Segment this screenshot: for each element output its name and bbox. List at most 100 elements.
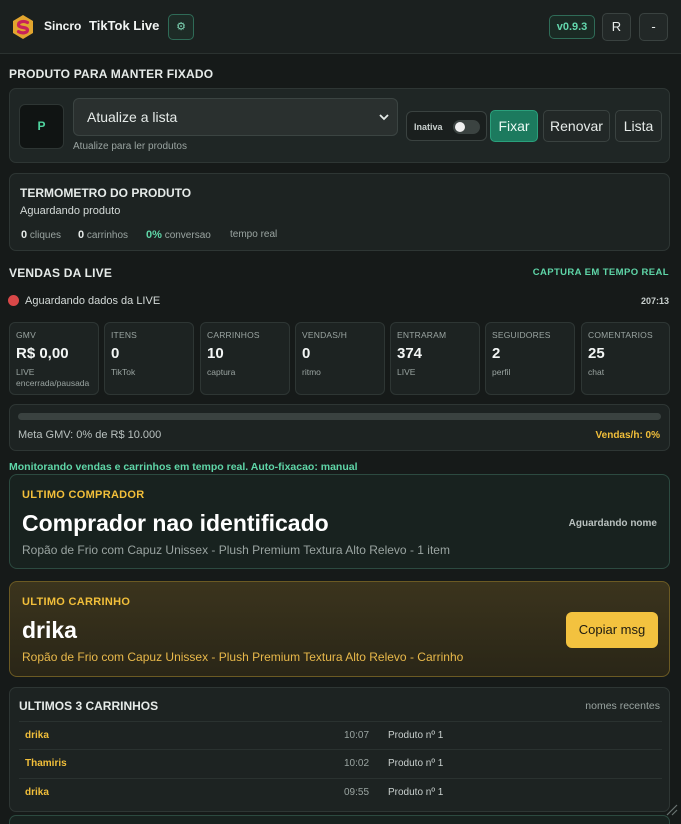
product-select[interactable]: Atualize a lista xyxy=(73,98,398,136)
metric-joined: ENTRARAM 374 LIVE xyxy=(390,322,480,395)
metric-sub: LIVE xyxy=(397,367,416,377)
capture-label: CAPTURA EM TEMPO REAL xyxy=(532,267,669,278)
metric-followers: SEGUIDORES 2 perfil xyxy=(485,322,575,395)
live-section-title: VENDAS DA LIVE xyxy=(9,266,113,280)
settings-button[interactable]: ⚙ xyxy=(168,14,194,40)
live-timer: 207:13 xyxy=(640,296,669,306)
metric-value: R$ 0,00 xyxy=(16,345,69,362)
pin-button[interactable]: Fixar xyxy=(490,110,538,142)
metric-value: 374 xyxy=(397,345,423,362)
resize-grip-icon[interactable] xyxy=(664,802,678,816)
renew-button[interactable]: Renovar xyxy=(543,110,610,142)
last-buyer-status: Aguardando nome xyxy=(568,518,657,529)
pin-card: P Atualize a lista Atualize para ler pro… xyxy=(9,88,670,163)
metric-carts: CARRINHOS 10 captura xyxy=(200,322,290,395)
recent-cart-product: Produto nº 1 xyxy=(388,758,444,769)
chevron-down-icon xyxy=(379,114,389,121)
pin-section-title: PRODUTO PARA MANTER FIXADO xyxy=(9,67,214,81)
recent-carts-card: ULTIMOS 3 CARRINHOS nomes recentes drika… xyxy=(9,687,670,812)
list-button[interactable]: Lista xyxy=(615,110,662,142)
last-cart-card: ULTIMO CARRINHO drika Copiar msg Ropão d… xyxy=(9,581,670,677)
gmv-goal-text: Meta GMV: 0% de R$ 10.000 xyxy=(18,429,162,441)
toggle-knob xyxy=(455,122,465,132)
realtime-label: tempo real xyxy=(230,229,278,240)
conversion-stat: 0% conversao xyxy=(146,229,211,241)
last-cart-name: drika xyxy=(22,617,77,643)
metric-label: ENTRARAM xyxy=(397,330,447,340)
last-buyer-desc: Ropão de Frio com Capuz Unissex - Plush … xyxy=(22,543,450,557)
metric-label: GMV xyxy=(16,330,36,340)
metric-sub: LIVE encerrada/pausada xyxy=(16,367,90,388)
sales-rate-text: Vendas/h: 0% xyxy=(595,430,660,441)
metric-label: VENDAS/H xyxy=(302,330,348,340)
last-cart-desc: Ropão de Frio com Capuz Unissex - Plush … xyxy=(22,650,464,664)
recent-cart-time: 10:02 xyxy=(344,758,370,769)
carts-value: 0 xyxy=(78,229,85,241)
last-buyer-kicker: ULTIMO COMPRADOR xyxy=(22,489,145,501)
copy-message-button[interactable]: Copiar msg xyxy=(566,612,658,648)
auto-pin-toggle[interactable]: Inativa xyxy=(406,111,487,141)
gmv-progress-bar xyxy=(18,413,661,420)
brand-name: Sincro xyxy=(44,19,82,33)
metric-items: ITENS 0 TikTok xyxy=(104,322,194,395)
last-buyer-card: ULTIMO COMPRADOR Comprador nao identific… xyxy=(9,474,670,569)
carts-stat: 0 carrinhos xyxy=(78,229,128,241)
reload-button[interactable]: R xyxy=(602,13,631,41)
recent-carts-title: ULTIMOS 3 CARRINHOS xyxy=(19,699,159,713)
version-badge: v0.9.3 xyxy=(549,15,595,39)
metric-sub: TikTok xyxy=(111,367,136,377)
metric-value: 0 xyxy=(111,345,120,362)
metric-gmv: GMV R$ 0,00 LIVE encerrada/pausada xyxy=(9,322,99,395)
clicks-stat: 0 cliques xyxy=(21,229,61,241)
recent-cart-name: drika xyxy=(25,730,49,741)
metric-sales-per-hour: VENDAS/H 0 ritmo xyxy=(295,322,385,395)
thermometer-title: TERMOMETRO DO PRODUTO xyxy=(20,186,192,200)
recent-cart-time: 09:55 xyxy=(344,787,370,798)
metric-label: CARRINHOS xyxy=(207,330,260,340)
thermometer-status: Aguardando produto xyxy=(20,205,121,217)
metric-value: 25 xyxy=(588,345,605,362)
carts-label: carrinhos xyxy=(86,230,129,241)
metric-label: ITENS xyxy=(111,330,138,340)
conversion-value: 0% xyxy=(146,229,162,241)
toggle-label: Inativa xyxy=(414,122,443,132)
product-select-value: Atualize a lista xyxy=(87,109,178,125)
live-status-dot xyxy=(8,295,19,306)
metric-comments: COMENTARIOS 25 chat xyxy=(581,322,670,395)
last-cart-kicker: ULTIMO CARRINHO xyxy=(22,596,131,608)
recent-cart-name: drika xyxy=(25,787,49,798)
recent-cart-product: Produto nº 1 xyxy=(388,730,444,741)
clicks-value: 0 xyxy=(21,229,28,241)
recent-cart-time: 10:07 xyxy=(344,730,370,741)
minimize-button[interactable]: - xyxy=(639,13,668,41)
sincro-logo-icon xyxy=(13,15,33,39)
recent-cart-row: drika 10:07 Produto nº 1 xyxy=(19,721,662,750)
metric-sub: perfil xyxy=(492,367,511,377)
metric-sub: chat xyxy=(588,367,605,377)
recent-cart-name: Thamiris xyxy=(25,758,67,769)
metric-value: 2 xyxy=(492,345,501,362)
product-avatar: P xyxy=(19,104,64,149)
product-hint: Atualize para ler produtos xyxy=(73,141,187,152)
gear-icon: ⚙ xyxy=(176,21,186,33)
thermometer-card: TERMOMETRO DO PRODUTO Aguardando produto… xyxy=(9,173,670,251)
metric-label: COMENTARIOS xyxy=(588,330,653,340)
toggle-switch[interactable] xyxy=(453,120,480,134)
top-bar: Sincro TikTok Live ⚙ v0.9.3 R - xyxy=(0,0,681,54)
app-title: TikTok Live xyxy=(89,18,160,33)
recent-cart-row: drika 09:55 Produto nº 1 xyxy=(19,778,662,807)
recent-cart-product: Produto nº 1 xyxy=(388,787,444,798)
metric-sub: ritmo xyxy=(302,367,321,377)
live-status-text: Aguardando dados da LIVE xyxy=(25,295,161,307)
next-card-edge xyxy=(9,815,670,824)
metric-value: 0 xyxy=(302,345,311,362)
recent-carts-subtitle: nomes recentes xyxy=(585,700,660,712)
metric-value: 10 xyxy=(207,345,224,362)
last-buyer-name: Comprador nao identificado xyxy=(22,510,329,536)
metric-label: SEGUIDORES xyxy=(492,330,551,340)
gmv-goal-card: Meta GMV: 0% de R$ 10.000 Vendas/h: 0% xyxy=(9,404,670,451)
monitor-text: Monitorando vendas e carrinhos em tempo … xyxy=(9,461,358,473)
conversion-label: conversao xyxy=(164,230,211,241)
clicks-label: cliques xyxy=(29,230,62,241)
recent-cart-row: Thamiris 10:02 Produto nº 1 xyxy=(19,749,662,778)
